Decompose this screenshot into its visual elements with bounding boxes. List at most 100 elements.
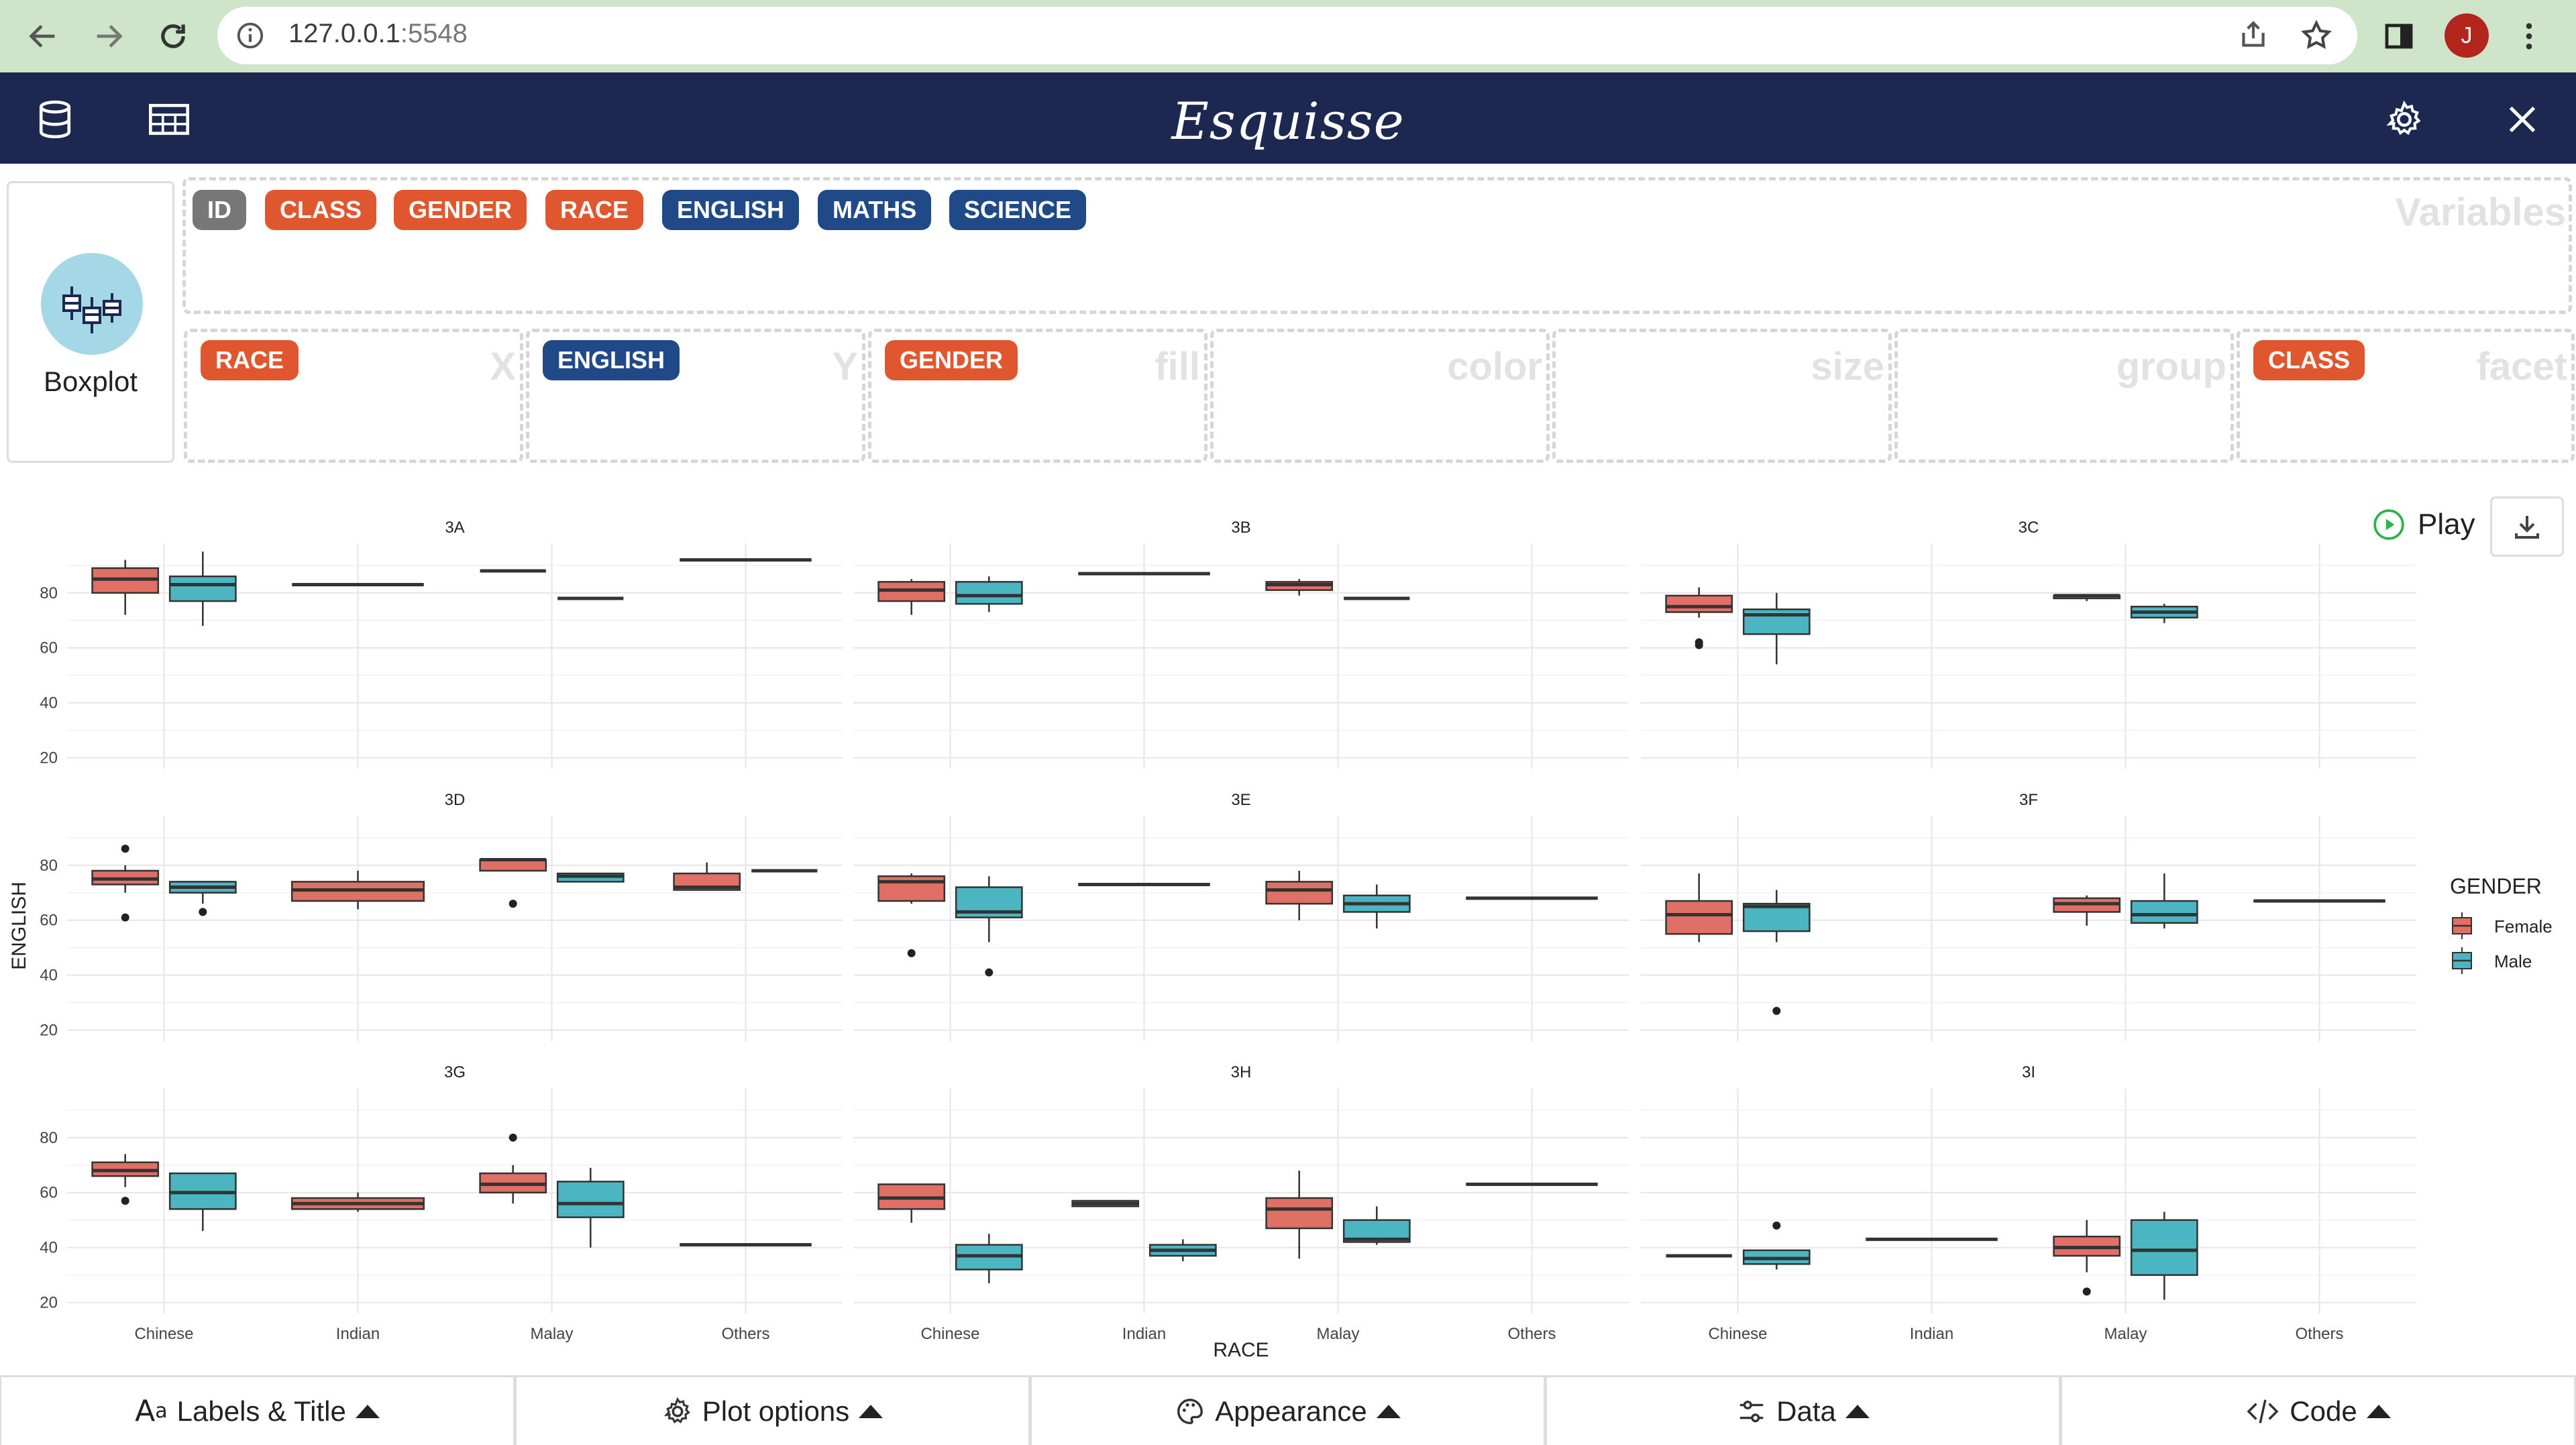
box-chinese-female [1665, 873, 1733, 943]
box-chinese-female [91, 1154, 160, 1205]
facet-title: 3D [445, 791, 466, 809]
outlier-point [985, 968, 994, 977]
profile-avatar[interactable]: J [2445, 13, 2489, 58]
variable-badge-class[interactable]: CLASS [265, 190, 377, 230]
dropzone-size[interactable]: size [1552, 329, 1892, 463]
x-tick-label: Chinese [920, 1325, 979, 1343]
settings-gear-icon[interactable] [2384, 99, 2424, 140]
appearance-label: Appearance [1215, 1395, 1367, 1427]
variable-badge-id[interactable]: ID [193, 190, 246, 230]
box-iqr [877, 875, 946, 902]
variable-badge-gender[interactable]: GENDER [394, 190, 527, 230]
box-chinese-male [1742, 1221, 1811, 1270]
box-malay-female [479, 1133, 547, 1204]
dropzone-facet-value[interactable]: CLASS [2253, 340, 2365, 380]
outlier-point [1772, 1221, 1781, 1230]
facet-panel-3b: 3B [853, 519, 1629, 769]
bookmark-star-icon[interactable] [2300, 19, 2333, 56]
forward-arrow-icon[interactable] [86, 13, 131, 59]
side-panel-icon[interactable] [2383, 20, 2415, 56]
facet-title: 3A [445, 519, 464, 537]
facet-panel-3h: 3H Chinese Indian Malay Others [853, 1063, 1629, 1343]
box-iqr [2130, 900, 2198, 924]
legend: GENDER Female Male [2450, 874, 2553, 974]
variable-badge-english[interactable]: ENGLISH [662, 190, 800, 230]
x-tick-label: Malay [2104, 1325, 2147, 1343]
dropzone-fill-value[interactable]: GENDER [885, 340, 1018, 380]
box-chinese-female [877, 579, 946, 615]
dropzone-y[interactable]: Y ENGLISH [526, 329, 865, 463]
appearance-button[interactable]: Appearance [1030, 1377, 1546, 1445]
x-tick-label: Malay [530, 1325, 573, 1343]
legend-entry-female: Female [2452, 912, 2553, 939]
facet-title: 3E [1231, 791, 1250, 809]
box-malay-male [556, 872, 625, 883]
labels-title-button[interactable]: Aa Labels & Title [0, 1377, 515, 1445]
reload-icon[interactable] [150, 13, 196, 59]
dropzone-facet[interactable]: facet CLASS [2237, 329, 2575, 463]
dropzone-x[interactable]: X RACE [184, 329, 523, 463]
app-header: Esquisse [0, 72, 2576, 164]
variables-dropzone[interactable]: Variables ID CLASS GENDER RACE ENGLISH M… [182, 177, 2572, 314]
dropzone-fill[interactable]: fill GENDER [868, 329, 1208, 463]
boxplot-icon [41, 253, 143, 355]
share-icon[interactable] [2237, 19, 2270, 56]
box-chinese-female [877, 1183, 946, 1223]
caret-up-icon [1845, 1404, 1870, 1418]
box-malay-male [2130, 1212, 2198, 1300]
dropzone-group[interactable]: group [1894, 329, 2234, 463]
outlier-point [1772, 1006, 1781, 1015]
box-malay-male [556, 1167, 625, 1248]
box-chinese-female [1665, 587, 1733, 649]
box-indian-female [1071, 1199, 1140, 1208]
y-tick-label: 60 [40, 1184, 58, 1202]
box-chinese-male [168, 1172, 237, 1232]
box-malay-female [2053, 594, 2121, 602]
code-label: Code [2290, 1395, 2357, 1427]
facet-panel-3i: 3I Chinese Indian Malay Others [1641, 1063, 2416, 1343]
download-icon [2515, 516, 2539, 539]
browser-menu-icon[interactable] [2516, 19, 2542, 57]
legend-title: GENDER [2450, 874, 2542, 898]
variable-badge-maths[interactable]: MATHS [818, 190, 932, 230]
facet-title: 3B [1231, 519, 1250, 537]
outlier-point [121, 845, 129, 853]
boxplot-chart: 3A 20 40 60 80 3B 3C 3D 20 40 60 80 3E 3F 3G 20 40 60 80 Ch… [8, 519, 2553, 1361]
x-axis-title: RACE [1213, 1339, 1269, 1361]
data-button[interactable]: Data [1546, 1377, 2061, 1445]
box-iqr [1665, 900, 1733, 935]
outlier-point [121, 913, 129, 922]
box-malay-female [479, 858, 547, 908]
palette-icon [1175, 1396, 1205, 1427]
y-tick-label: 20 [40, 1022, 58, 1040]
facet-panel-3c: 3C [1641, 519, 2416, 769]
dropzone-color[interactable]: color [1210, 329, 1550, 463]
sliders-icon [1736, 1396, 1767, 1427]
back-arrow-icon[interactable] [20, 13, 66, 59]
play-button[interactable]: Play [2372, 504, 2475, 545]
box-indian [290, 870, 425, 910]
close-icon[interactable] [2502, 99, 2542, 140]
variable-badge-race[interactable]: RACE [545, 190, 644, 230]
y-tick-label: 80 [40, 584, 58, 602]
dropzone-x-value[interactable]: RACE [201, 340, 299, 380]
box-iqr [1665, 594, 1733, 613]
box-iqr [1265, 881, 1334, 905]
app-title: Esquisse [1171, 91, 1405, 151]
box-others-female [673, 862, 741, 891]
info-icon[interactable] [235, 20, 266, 51]
box-iqr [2130, 1219, 2198, 1276]
facet-panel-3f: 3F [1641, 791, 2416, 1041]
address-bar[interactable]: 127.0.0.1:5548 [217, 7, 2357, 64]
geom-selector[interactable]: Boxplot [7, 181, 174, 463]
facet-panel-3d: 3D 20 40 60 80 [40, 791, 843, 1041]
variable-badge-science[interactable]: SCIENCE [949, 190, 1087, 230]
box-chinese-male [1742, 592, 1811, 665]
download-button[interactable] [2490, 496, 2564, 557]
url-text: 127.0.0.1:5548 [288, 19, 468, 48]
dropzone-group-title: group [2116, 345, 2226, 388]
plot-options-button[interactable]: Plot options [515, 1377, 1030, 1445]
y-tick-label: 40 [40, 967, 58, 985]
code-button[interactable]: Code [2061, 1377, 2576, 1445]
dropzone-y-value[interactable]: ENGLISH [543, 340, 680, 380]
